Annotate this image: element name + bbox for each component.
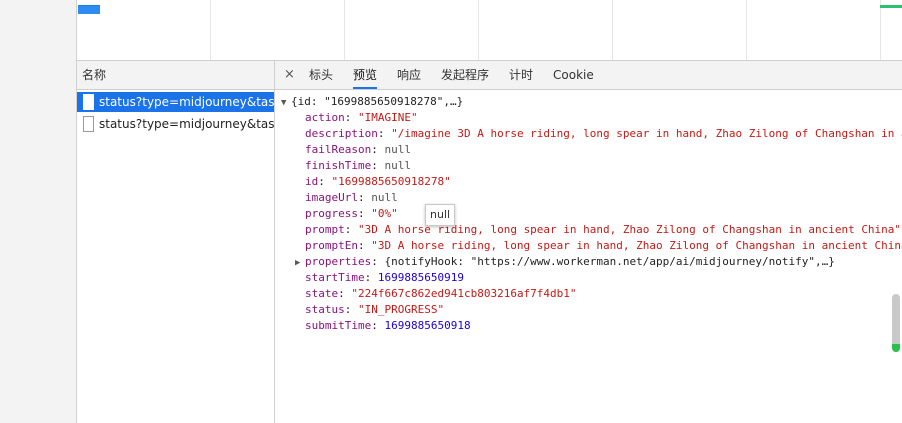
timeline-request-bar xyxy=(78,5,100,14)
json-colon: : xyxy=(371,255,385,268)
json-key: id xyxy=(305,175,319,188)
json-colon: : xyxy=(364,271,378,284)
json-value: "0%" xyxy=(371,207,398,220)
json-property-finishTime: finishTime: null xyxy=(305,158,411,174)
request-row[interactable]: status?type=midjourney&task... xyxy=(77,114,274,134)
json-key: startTime xyxy=(305,271,365,284)
request-list-panel: 名称 status?type=midjourney&task... status… xyxy=(77,61,275,423)
json-key: progress xyxy=(305,207,358,220)
json-property-startTime: startTime: 1699885650919 xyxy=(305,270,464,286)
json-value: 1699885650918 xyxy=(384,319,471,332)
json-key: failReason xyxy=(305,143,372,156)
json-colon: : xyxy=(357,207,372,220)
request-details-panel: × 标头 预览 响应 发起程序 计时 Cookie ▼ {id: "1699885… xyxy=(275,61,902,423)
json-colon: : xyxy=(371,143,385,156)
tab-initiator[interactable]: 发起程序 xyxy=(441,61,489,89)
json-value: "IMAGINE" xyxy=(358,111,418,124)
close-icon[interactable]: × xyxy=(284,61,295,89)
json-colon: : xyxy=(371,319,385,332)
json-colon: : xyxy=(371,159,385,172)
request-row[interactable]: status?type=midjourney&task... xyxy=(77,92,274,112)
json-property-failReason: failReason: null xyxy=(305,142,411,158)
json-value: "3D A horse riding, long spear in hand, … xyxy=(371,239,902,252)
timeline-gridline xyxy=(880,0,881,60)
timeline-gridline xyxy=(746,0,747,60)
json-value: null xyxy=(384,159,411,172)
json-key: prompt xyxy=(305,223,345,236)
tab-response[interactable]: 响应 xyxy=(397,61,421,89)
json-key: state xyxy=(305,287,339,300)
json-property-description: description: "/imagine 3D A horse riding… xyxy=(305,126,902,142)
json-key: finishTime xyxy=(305,159,372,172)
json-key: description xyxy=(305,127,378,140)
timeline-request-bar-green xyxy=(880,5,902,8)
request-name: status?type=midjourney&task... xyxy=(99,117,274,131)
json-colon: : xyxy=(344,303,358,316)
json-key: submitTime xyxy=(305,319,372,332)
document-icon xyxy=(83,94,94,110)
tab-timing[interactable]: 计时 xyxy=(509,61,533,89)
name-column-header[interactable]: 名称 xyxy=(77,61,274,90)
json-colon: : xyxy=(318,175,332,188)
expand-triangle-icon[interactable]: ▶ xyxy=(295,255,305,271)
json-property-action: action: "IMAGINE" xyxy=(305,110,418,126)
json-root-summary: {id: "1699885650918278",…} xyxy=(291,95,464,108)
json-root-node[interactable]: ▼ {id: "1699885650918278",…} xyxy=(281,94,463,110)
json-key: imageUrl xyxy=(305,191,358,204)
hover-tooltip: null xyxy=(425,204,456,226)
timeline-gridline xyxy=(210,0,211,60)
json-property-imageUrl: imageUrl: null xyxy=(305,190,398,206)
json-property-progress: progress: "0%" xyxy=(305,206,398,222)
json-colon: : xyxy=(357,191,372,204)
tab-cookies[interactable]: Cookie xyxy=(553,61,594,89)
expand-triangle-icon[interactable]: ▼ xyxy=(281,95,291,111)
json-property-prompt: prompt: "3D A horse riding, long spear i… xyxy=(305,222,901,238)
network-timeline-overview[interactable] xyxy=(77,0,902,61)
request-name: status?type=midjourney&task... xyxy=(99,95,274,109)
timeline-gridline xyxy=(344,0,345,60)
json-colon: : xyxy=(338,287,352,300)
json-property-promptEn: promptEn: "3D A horse riding, long spear… xyxy=(305,238,902,254)
tab-headers[interactable]: 标头 xyxy=(309,61,333,89)
left-gutter xyxy=(0,0,77,423)
vertical-scrollbar[interactable] xyxy=(892,294,900,352)
document-icon xyxy=(83,116,94,132)
json-value: null xyxy=(384,143,411,156)
json-key: properties xyxy=(305,255,372,268)
json-colon: : xyxy=(344,111,358,124)
json-property-submitTime: submitTime: 1699885650918 xyxy=(305,318,471,334)
json-property-status: status: "IN_PROGRESS" xyxy=(305,302,444,318)
json-value: 1699885650919 xyxy=(377,271,464,284)
json-key: action xyxy=(305,111,345,124)
json-value: "IN_PROGRESS" xyxy=(358,303,445,316)
json-property-id: id: "1699885650918278" xyxy=(305,174,451,190)
tab-preview[interactable]: 预览 xyxy=(353,61,378,89)
json-property-state: state: "224f667c862ed941cb803216af7f4db1… xyxy=(305,286,577,302)
scrollbar-indicator xyxy=(892,344,900,352)
json-colon: : xyxy=(357,239,372,252)
json-colon: : xyxy=(344,223,358,236)
json-colon: : xyxy=(377,127,392,140)
timeline-gridline xyxy=(478,0,479,60)
json-key: status xyxy=(305,303,345,316)
json-value: null xyxy=(371,191,398,204)
timeline-gridline xyxy=(612,0,613,60)
details-tab-bar: × 标头 预览 响应 发起程序 计时 Cookie xyxy=(275,61,902,90)
json-value: "/imagine 3D A horse riding, long spear … xyxy=(391,127,902,140)
json-value: "1699885650918278" xyxy=(331,175,451,188)
json-value: {notifyHook: "https://www.workerman.net/… xyxy=(384,255,835,268)
json-preview-tree: ▼ {id: "1699885650918278",…} action: "IMA… xyxy=(275,90,902,423)
json-value: "224f667c862ed941cb803216af7f4db1" xyxy=(351,287,577,300)
json-key: promptEn xyxy=(305,239,358,252)
json-property-properties[interactable]: ▶ properties: {notifyHook: "https://www.w… xyxy=(295,254,835,270)
